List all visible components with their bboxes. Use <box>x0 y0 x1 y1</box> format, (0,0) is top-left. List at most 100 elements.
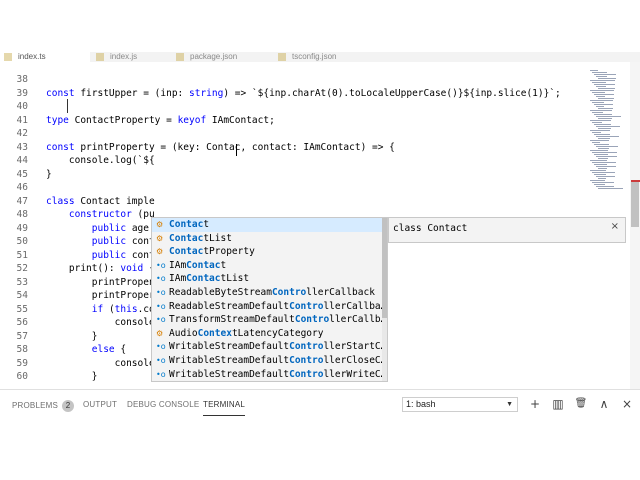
suggestion-item[interactable]: •o IAmContactList <box>152 272 382 286</box>
suggestion-prefix: IAm <box>169 273 187 285</box>
code-line: printPropen <box>46 276 155 290</box>
terminal-select[interactable]: 1: bash ▼ <box>402 397 518 412</box>
code-token: IAmContact; <box>206 114 275 126</box>
line-number: 38 <box>16 74 28 85</box>
interface-icon: •o <box>156 301 166 311</box>
minimap-line <box>590 140 609 141</box>
minimap-line <box>598 108 613 109</box>
suggestion-match: Contex <box>197 327 232 339</box>
suggestion-item[interactable]: •o ReadableByteStreamControllerCallback <box>152 286 382 300</box>
tab-debug-console[interactable]: DEBUG CONSOLE <box>127 400 199 409</box>
tab-index-js[interactable]: index.js <box>92 52 170 62</box>
minimap-line <box>594 74 616 75</box>
close-panel-icon[interactable]: × <box>620 396 634 412</box>
minimap-line <box>590 130 610 131</box>
minimap-line <box>596 86 606 87</box>
suggestion-item[interactable]: ⚙ AudioContextLatencyCategory <box>152 327 382 341</box>
editor-vertical-scrollbar[interactable] <box>630 62 640 389</box>
tab-terminal[interactable]: TERMINAL <box>203 400 246 416</box>
code-editor[interactable]: 38 39 40 41 42 43 44 45 46 47 48 49 50 51 52 53 54 55 56 57… <box>0 62 640 389</box>
code-line: } <box>46 330 98 344</box>
line-number: 58 <box>16 344 28 355</box>
line-number: 46 <box>16 182 28 193</box>
tab-package-json[interactable]: package.json <box>172 52 272 62</box>
problems-count-badge: 2 <box>62 400 75 412</box>
code-token: constructor <box>68 209 132 220</box>
minimap-line <box>592 72 607 73</box>
suggestion-rest: tLatencyCategory <box>231 327 324 339</box>
suggestion-item[interactable]: ⚙ ContactProperty <box>152 245 382 259</box>
code-token: keyof <box>177 114 207 126</box>
suggestion-item[interactable]: ⚙ ContactList <box>152 232 382 246</box>
autocomplete-suggestion-list[interactable]: •o WritableStreamDefaultControllerWriteC…… <box>151 217 388 382</box>
tab-output[interactable]: OUTPUT <box>83 400 117 409</box>
suggestion-item[interactable]: •o WritableStreamDefaultControllerStartC… <box>152 340 382 354</box>
suggestion-prefix: TransformStreamDefault <box>169 314 295 326</box>
suggestion-item[interactable]: •o IAmContact <box>152 259 382 273</box>
interface-icon: •o <box>156 315 166 325</box>
suggestion-match: Contac <box>169 219 204 230</box>
code-token: void <box>120 263 144 274</box>
line-number: 59 <box>16 357 28 369</box>
minimap-line <box>598 168 607 169</box>
code-token: const <box>46 141 75 153</box>
suggestion-rest: tProperty <box>203 246 255 258</box>
line-number: 57 <box>16 330 28 342</box>
maximize-panel-icon[interactable]: ∧ <box>597 396 611 412</box>
line-number: 54 <box>16 290 28 301</box>
line-number: 50 <box>16 236 28 247</box>
suggestion-prefix: ReadableByteStream <box>169 287 272 298</box>
code-token: Contact imple <box>74 195 155 207</box>
code-token: public <box>91 222 127 234</box>
minimap-line <box>590 120 611 121</box>
code-token: printProperty = (key: Contac, contact: I… <box>74 141 395 153</box>
minimap-line <box>596 166 616 167</box>
suggestion-item[interactable]: •o WritableStreamDefaultControllerWriteC… <box>152 368 382 381</box>
suggestion-item[interactable]: ⚙ Contact <box>152 218 382 232</box>
suggestion-rest: llerStartC… <box>323 341 382 353</box>
line-number: 51 <box>16 249 28 261</box>
code-token: firstUpper = (inp: <box>74 87 189 99</box>
line-number: 60 <box>16 371 28 382</box>
tab-tsconfig-json[interactable]: tsconfig.json <box>274 52 374 62</box>
editor-tabs: index.ts index.js package.json tsconfig.… <box>0 52 640 62</box>
interface-icon: •o <box>156 356 166 365</box>
line-number: 43 <box>16 141 28 153</box>
line-number: 42 <box>16 128 28 139</box>
mouse-ibeam-cursor-icon <box>67 99 73 113</box>
minimap-line <box>594 84 615 85</box>
minimap-line <box>590 90 614 91</box>
suggestion-rest: llerCallback <box>306 287 375 298</box>
split-terminal-icon[interactable]: ▥ <box>551 396 565 412</box>
line-number: 44 <box>16 155 28 166</box>
add-terminal-icon[interactable]: + <box>528 396 542 412</box>
minimap-line <box>594 144 609 145</box>
minimap-line <box>592 122 602 123</box>
code-line: } <box>46 370 98 384</box>
suggestion-match: Contac <box>186 259 221 271</box>
scrollbar-thumb[interactable] <box>631 182 639 227</box>
interface-icon: •o <box>156 369 166 379</box>
minimap-line <box>590 70 598 71</box>
code-token: this <box>114 303 138 315</box>
minimap-line <box>592 172 615 173</box>
minimap-line <box>590 150 608 151</box>
minimap-line <box>594 174 606 175</box>
close-icon[interactable]: × <box>611 221 619 232</box>
code-token: if <box>91 303 104 315</box>
tab-problems[interactable]: PROBLEMS 2 <box>12 400 75 412</box>
terminal-area[interactable] <box>0 419 640 480</box>
code-line: print(): void { <box>46 262 155 276</box>
suggestion-item[interactable]: •o TransformStreamDefaultControllerCallb… <box>152 313 382 327</box>
suggestion-rest: tList <box>220 273 250 285</box>
suggestion-item[interactable]: •o WritableStreamDefaultControllerCloseC… <box>152 354 382 368</box>
minimap-line <box>590 100 613 101</box>
minimap-line <box>598 88 615 89</box>
trash-icon[interactable]: 🗑 <box>574 396 588 412</box>
suggestion-item[interactable]: •o ReadableStreamDefaultControllerCallba… <box>152 300 382 314</box>
code-line: } <box>46 168 52 182</box>
tab-index-ts[interactable]: index.ts <box>0 52 90 62</box>
bottom-panel: PROBLEMS 2 OUTPUT DEBUG CONSOLE TERMINAL … <box>0 389 640 419</box>
suggestion-prefix: ReadableStreamDefault <box>169 300 290 312</box>
